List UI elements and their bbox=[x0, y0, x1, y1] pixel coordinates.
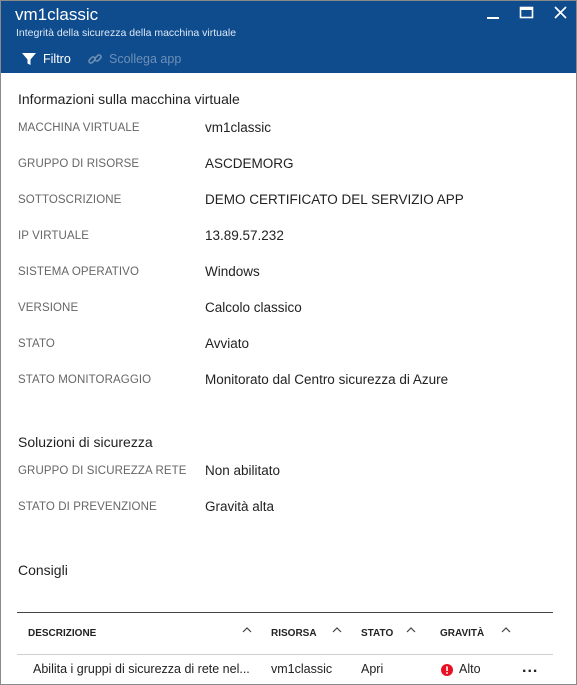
blade-subtitle: Integrità della sicurezza della macchina… bbox=[16, 27, 237, 39]
prop-value: Gravità alta bbox=[205, 499, 275, 514]
close-icon bbox=[554, 6, 567, 19]
prop-value: Calcolo classico bbox=[205, 300, 302, 315]
security-health-blade: vm1classic Integrità della sicurezza del… bbox=[0, 0, 577, 685]
disconnect-app-button[interactable]: Scollega app bbox=[87, 49, 181, 69]
column-header-resource[interactable]: RISORSA bbox=[271, 628, 317, 639]
prop-value: Avviato bbox=[205, 336, 250, 351]
prop-value: DEMO CERTIFICATO DEL SERVIZIO APP bbox=[205, 192, 464, 207]
vm-info-title: Informazioni sulla macchina virtuale bbox=[18, 91, 240, 107]
row-status: Apri bbox=[361, 662, 384, 676]
sort-severity-button[interactable] bbox=[500, 624, 512, 636]
table-row[interactable]: Abilita i gruppi di sicurezza di rete ne… bbox=[17, 655, 553, 684]
column-header-status[interactable]: STATO bbox=[361, 628, 393, 639]
prop-value: vm1classic bbox=[205, 120, 272, 135]
chevron-up-icon bbox=[501, 627, 511, 633]
minimize-button[interactable] bbox=[483, 4, 505, 24]
recommendations-title: Consigli bbox=[18, 562, 68, 578]
close-button[interactable] bbox=[550, 4, 572, 24]
filter-icon bbox=[22, 53, 36, 65]
row-resource: vm1classic bbox=[271, 662, 333, 676]
column-header-description[interactable]: DESCRIZIONE bbox=[28, 628, 96, 639]
prop-label: STATO DI PREVENZIONE bbox=[18, 501, 157, 513]
more-options-button[interactable]: ... bbox=[522, 659, 538, 677]
disconnect-app-label: Scollega app bbox=[109, 52, 182, 66]
prop-label: MACCHINA VIRTUALE bbox=[18, 122, 140, 134]
blade-header: vm1classic Integrità della sicurezza del… bbox=[1, 1, 576, 73]
link-icon bbox=[88, 54, 102, 64]
filter-button[interactable]: Filtro bbox=[21, 49, 71, 69]
minimize-icon bbox=[487, 17, 499, 19]
chevron-up-icon bbox=[406, 627, 416, 633]
prop-label: SOTTOSCRIZIONE bbox=[18, 194, 122, 206]
blade-toolbar: Filtro Scollega app bbox=[1, 47, 301, 71]
prop-value: Monitorato dal Centro sicurezza di Azure bbox=[205, 372, 449, 387]
prop-label: STATO MONITORAGGIO bbox=[18, 374, 152, 386]
filter-button-label: Filtro bbox=[43, 52, 71, 66]
maximize-icon bbox=[519, 6, 534, 19]
prop-value: ASCDEMORG bbox=[205, 156, 294, 171]
blade-title: vm1classic bbox=[15, 5, 99, 24]
security-solutions-title: Soluzioni di sicurezza bbox=[18, 434, 153, 450]
maximize-button[interactable] bbox=[516, 4, 538, 24]
error-severity-icon bbox=[441, 664, 453, 676]
row-severity: Alto bbox=[459, 662, 481, 676]
prop-value: 13.89.57.232 bbox=[205, 228, 284, 243]
prop-label: GRUPPO DI RISORSE bbox=[18, 158, 140, 170]
prop-value: Non abilitato bbox=[205, 463, 281, 478]
prop-label: STATO bbox=[18, 338, 55, 350]
table-top-border bbox=[17, 612, 553, 613]
sort-description-button[interactable] bbox=[241, 624, 253, 636]
sort-resource-button[interactable] bbox=[331, 624, 343, 636]
row-description: Abilita i gruppi di sicurezza di rete ne… bbox=[33, 662, 249, 676]
prop-label: GRUPPO DI SICUREZZA RETE bbox=[18, 465, 187, 477]
prop-label: IP VIRTUALE bbox=[18, 230, 89, 242]
chevron-up-icon bbox=[242, 627, 252, 633]
chevron-up-icon bbox=[332, 627, 342, 633]
prop-label: VERSIONE bbox=[18, 302, 79, 314]
prop-value: Windows bbox=[205, 264, 260, 279]
sort-status-button[interactable] bbox=[405, 624, 417, 636]
column-header-severity[interactable]: GRAVITÀ bbox=[440, 628, 484, 639]
prop-label: SISTEMA OPERATIVO bbox=[18, 266, 139, 278]
